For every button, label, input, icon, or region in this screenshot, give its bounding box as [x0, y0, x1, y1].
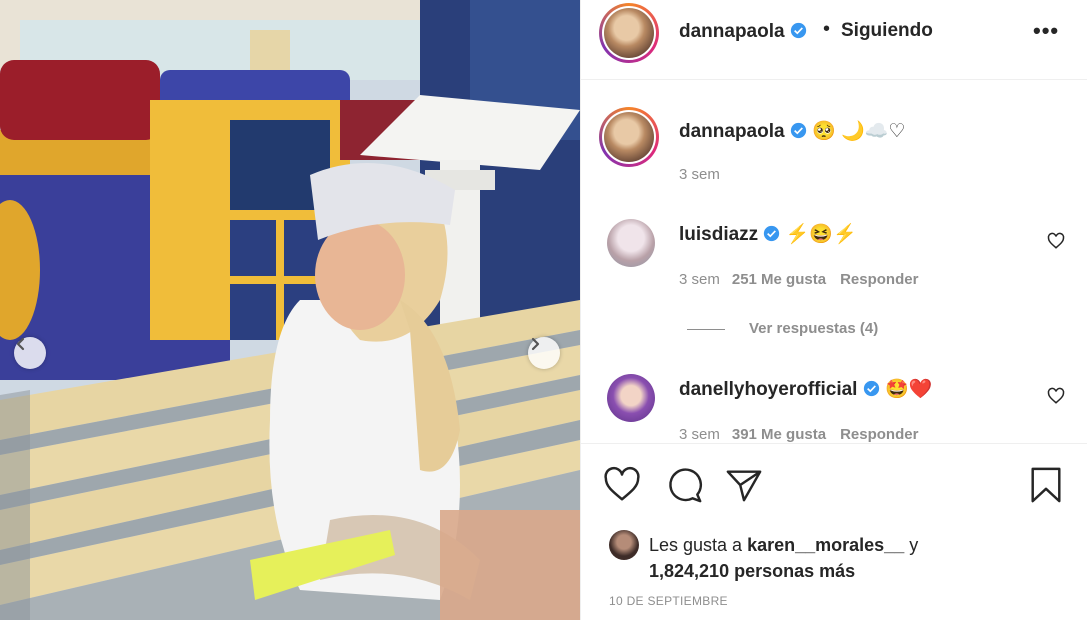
chevron-left-icon [16, 337, 25, 351]
author-username-row: dannapaola [679, 21, 807, 43]
comment-username[interactable]: danellyhoyerofficial [679, 379, 857, 400]
verified-badge-icon [790, 122, 807, 139]
share-icon[interactable] [725, 466, 763, 504]
post-photo [0, 0, 580, 620]
more-icon[interactable]: ••• [1033, 18, 1059, 44]
following-button[interactable]: Siguiendo [841, 20, 933, 42]
caption-line: dannapaola 🥺 🌙☁️♡ [679, 119, 905, 143]
comment-like-heart-icon[interactable] [1047, 232, 1065, 250]
post-header: dannapaola • Siguiendo ••• [581, 0, 1087, 80]
reply-button[interactable]: Responder [840, 271, 918, 288]
comment-likes[interactable]: 251 Me gusta [732, 271, 826, 288]
comment-item: danellyhoyerofficial 🤩❤️ 3 sem 391 Me gus… [581, 371, 1087, 443]
previous-photo-button[interactable] [14, 337, 46, 369]
comment-line: luisdiazz ⚡😆⚡ [679, 222, 857, 246]
next-photo-button[interactable] [528, 337, 560, 369]
photo-illustration [0, 0, 580, 620]
verified-badge-icon [790, 22, 807, 39]
reply-button[interactable]: Responder [840, 426, 918, 443]
caption-timestamp[interactable]: 3 sem [679, 166, 720, 183]
bookmark-icon[interactable] [1027, 466, 1065, 504]
comment-line: danellyhoyerofficial 🤩❤️ [679, 377, 932, 401]
view-replies-button[interactable]: Ver respuestas (4) [687, 320, 878, 337]
comment-timestamp[interactable]: 3 sem [679, 426, 720, 443]
post-sidebar: dannapaola • Siguiendo ••• dannapaola 🥺 … [580, 0, 1087, 620]
comment-icon[interactable] [665, 466, 703, 504]
author-username[interactable]: dannapaola [679, 21, 785, 42]
comment-like-heart-icon[interactable] [1047, 387, 1065, 405]
caption-avatar[interactable] [599, 107, 659, 167]
view-replies-label: Ver respuestas (4) [749, 320, 879, 337]
verified-badge-icon [863, 380, 879, 397]
comment-meta: 3 sem 251 Me gusta Responder [679, 271, 918, 288]
comment-text: ⚡😆⚡ [785, 224, 857, 245]
caption: dannapaola 🥺 🌙☁️♡ 3 sem [581, 81, 1087, 191]
caption-username[interactable]: dannapaola [679, 121, 785, 142]
comment-text: 🤩❤️ [885, 379, 933, 400]
verified-badge-icon [764, 225, 780, 242]
post-date[interactable]: 10 DE SEPTIEMBRE [609, 594, 728, 608]
comment-timestamp[interactable]: 3 sem [679, 271, 720, 288]
likes-prefix: Les gusta a [649, 535, 743, 555]
liker-username[interactable]: karen__morales__ [747, 535, 904, 555]
likes-count[interactable]: 1,824,210 personas más [649, 561, 855, 581]
comment-likes[interactable]: 391 Me gusta [732, 426, 826, 443]
likes-conjunction: y [909, 535, 919, 555]
comment-avatar[interactable] [607, 219, 655, 267]
comments-list[interactable]: dannapaola 🥺 🌙☁️♡ 3 sem luisdiazz ⚡😆⚡ 3 … [581, 81, 1087, 443]
liker-avatar[interactable] [609, 530, 639, 560]
replies-divider [687, 328, 725, 330]
comment-username[interactable]: luisdiazz [679, 224, 758, 245]
chevron-right-icon [531, 337, 540, 351]
caption-time: 3 sem [679, 166, 720, 183]
separator-dot: • [823, 18, 831, 40]
likes-text: Les gusta a karen__morales__ y 1,824,210… [649, 532, 918, 584]
comment-meta: 3 sem 391 Me gusta Responder [679, 426, 918, 443]
action-bar [581, 443, 1087, 527]
likes-summary: Les gusta a karen__morales__ y 1,824,210… [581, 527, 1087, 587]
author-avatar[interactable] [599, 3, 659, 63]
comment-item: luisdiazz ⚡😆⚡ 3 sem 251 Me gusta Responder… [581, 216, 1087, 337]
heart-icon[interactable] [603, 466, 641, 504]
comment-avatar[interactable] [607, 374, 655, 422]
caption-text: 🥺 🌙☁️♡ [812, 121, 906, 142]
